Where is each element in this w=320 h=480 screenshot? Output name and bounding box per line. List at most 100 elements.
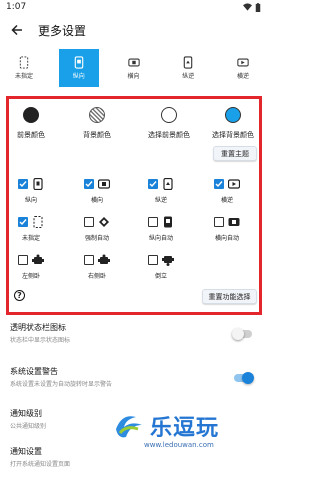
reverse-landscape-icon	[237, 58, 249, 67]
back-button[interactable]	[8, 21, 26, 39]
reverse-landscape-icon	[228, 179, 240, 189]
check-icon	[19, 181, 27, 188]
option-label: 倒立	[154, 273, 167, 280]
logo-icon	[116, 416, 142, 438]
lie-left-icon	[32, 254, 44, 264]
option-landscape-auto[interactable]: 横向自动	[197, 215, 257, 242]
tab-label: 横逆	[236, 73, 249, 80]
select-background-color-option[interactable]: 选择背景颜色	[203, 107, 263, 140]
handstand-icon	[162, 256, 174, 266]
option-label: 纵向	[24, 197, 37, 204]
landscape-auto-checkbox[interactable]	[214, 217, 224, 227]
status-bar: 1:07	[0, 0, 267, 14]
color-label: 背景颜色	[83, 131, 111, 139]
portrait-icon	[33, 178, 43, 190]
option-portrait-auto[interactable]: 纵向自动	[131, 215, 191, 242]
option-label: 横逆	[220, 197, 233, 204]
reset-theme-button[interactable]: 重置主题	[213, 146, 257, 161]
check-icon	[149, 181, 157, 188]
watermark-url: www.ledouwan.com	[144, 441, 214, 449]
option-label: 纵逆	[154, 197, 167, 204]
option-portrait[interactable]: 纵向	[1, 177, 61, 204]
reverse-portrait-icon	[183, 56, 193, 69]
tab-label: 未指定	[14, 73, 33, 80]
portrait-auto-checkbox[interactable]	[148, 217, 158, 227]
tab-reverse-landscape[interactable]: 横逆	[223, 49, 263, 87]
portrait-checkbox[interactable]	[18, 179, 28, 189]
color-swatch	[89, 107, 105, 123]
option-landscape[interactable]: 横向	[67, 177, 127, 204]
option-unspecified[interactable]: 未指定	[1, 215, 61, 242]
landscape-auto-icon	[228, 218, 240, 226]
setting-subtitle: 打开系统通知设置页面	[10, 461, 71, 468]
option-label: 右侧卧	[87, 273, 106, 280]
color-label: 选择背景颜色	[212, 131, 254, 139]
unspecified-checkbox[interactable]	[18, 217, 28, 227]
tab-label: 横向	[127, 73, 140, 80]
battery-icon	[255, 2, 261, 12]
landscape-icon	[98, 179, 110, 189]
tab-unspecified[interactable]: 未指定	[4, 49, 44, 87]
color-swatch	[161, 107, 177, 123]
status-icons	[243, 2, 261, 12]
unspecified-icon	[33, 216, 43, 228]
lie-right-checkbox[interactable]	[84, 255, 94, 265]
option-handstand[interactable]: 倒立	[131, 253, 191, 280]
setting-title: 透明状态栏图标	[10, 323, 66, 332]
foreground-color-option[interactable]: 前景颜色	[1, 107, 61, 140]
help-icon[interactable]: ?	[14, 290, 25, 301]
setting-title: 系统设置警告	[10, 367, 58, 376]
option-force-auto[interactable]: 强制自动	[67, 215, 127, 242]
tab-reverse-portrait[interactable]: 纵逆	[168, 49, 208, 87]
background-color-option[interactable]: 背景颜色	[67, 107, 127, 140]
unspecified-icon	[19, 56, 29, 69]
color-swatch	[225, 107, 241, 123]
status-time: 1:07	[6, 2, 27, 12]
setting-system-warning[interactable]: 系统设置警告 系统设置未设置为自动旋转时显示警告	[10, 366, 260, 388]
reverse-landscape-checkbox[interactable]	[214, 179, 224, 189]
transparent-status-toggle[interactable]	[232, 328, 252, 340]
option-label: 横向	[90, 197, 103, 204]
option-label: 纵向自动	[148, 235, 173, 242]
color-swatch	[23, 107, 39, 123]
reverse-portrait-icon	[163, 178, 173, 190]
option-reverse-portrait[interactable]: 纵逆	[131, 177, 191, 204]
tab-landscape[interactable]: 横向	[114, 49, 154, 87]
page-title: 更多设置	[38, 23, 87, 38]
arrow-left-icon	[11, 24, 22, 36]
setting-subtitle: 状态栏中显示状态图标	[10, 337, 71, 344]
watermark-text: 乐逗玩	[150, 416, 220, 441]
check-icon	[19, 219, 27, 226]
tab-label: 纵向	[72, 73, 85, 80]
lie-left-checkbox[interactable]	[18, 255, 28, 265]
check-icon	[215, 181, 223, 188]
landscape-icon	[127, 58, 140, 67]
reset-function-button[interactable]: 重置功能选择	[202, 289, 257, 304]
option-reverse-landscape[interactable]: 横逆	[197, 177, 257, 204]
theme-and-function-panel: 前景颜色 背景颜色 选择前景颜色 选择背景颜色 重置主题 纵向 横向 纵逆 横逆…	[6, 96, 262, 315]
option-lie-right[interactable]: 右侧卧	[67, 253, 127, 280]
option-label: 左侧卧	[21, 273, 40, 280]
handstand-checkbox[interactable]	[148, 255, 158, 265]
watermark-logo: 乐逗玩 www.ledouwan.com	[112, 410, 219, 449]
check-icon	[85, 181, 93, 188]
setting-notification-settings[interactable]: 通知设置 打开系统通知设置页面	[10, 446, 260, 468]
app-bar: 更多设置	[0, 14, 267, 46]
force-auto-checkbox[interactable]	[84, 217, 94, 227]
system-warning-toggle[interactable]	[234, 372, 254, 384]
select-foreground-color-option[interactable]: 选择前景颜色	[139, 107, 199, 140]
force-auto-icon	[99, 217, 109, 227]
setting-transparent-status-icon[interactable]: 透明状态栏图标 状态栏中显示状态图标	[10, 322, 260, 344]
option-label: 强制自动	[84, 235, 109, 242]
option-label: 横向自动	[214, 235, 239, 242]
reverse-portrait-checkbox[interactable]	[148, 179, 158, 189]
wifi-icon	[243, 3, 252, 11]
orientation-tabs: 未指定 纵向 横向 纵逆 横逆	[0, 49, 267, 87]
setting-subtitle: 系统设置未设置为自动旋转时显示警告	[10, 381, 113, 388]
tab-portrait[interactable]: 纵向	[58, 49, 99, 87]
portrait-auto-icon	[164, 216, 172, 228]
color-label: 选择前景颜色	[148, 131, 190, 139]
color-label: 前景颜色	[17, 131, 45, 139]
landscape-checkbox[interactable]	[84, 179, 94, 189]
option-lie-left[interactable]: 左侧卧	[1, 253, 61, 280]
